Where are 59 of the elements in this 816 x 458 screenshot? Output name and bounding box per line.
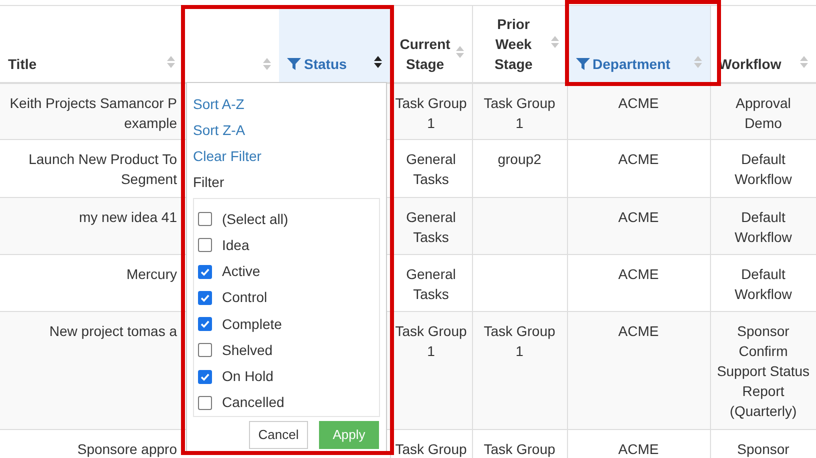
column-title: Prior Week Stage	[493, 14, 534, 74]
option-label[interactable]: Shelved	[222, 340, 273, 361]
checkbox[interactable]	[198, 343, 212, 358]
filter-icon	[287, 56, 301, 70]
cancel-button[interactable]: Cancel	[249, 421, 308, 449]
table-cell: Task Group 1	[395, 94, 467, 130]
table-cell: ACME	[618, 441, 659, 457]
table-cell: General Tasks	[406, 151, 456, 187]
table-cell: group2	[498, 151, 542, 167]
table-cell: my new idea 41	[78, 209, 177, 225]
checkbox[interactable]	[198, 370, 212, 384]
table-cell: ACME	[618, 266, 659, 282]
table-cell: General Tasks	[406, 209, 456, 245]
table-cell: Sponsore appro	[77, 441, 177, 457]
option-label[interactable]: Complete	[222, 314, 282, 335]
table-cell: Default Workflow	[734, 151, 792, 187]
table-cell: Sponsor	[737, 441, 790, 457]
table-cell: ACME	[618, 323, 659, 339]
option-label[interactable]: Control	[222, 287, 268, 308]
column-title: Status	[304, 54, 347, 74]
table-cell: ACME	[618, 151, 659, 167]
menu-link[interactable]: Sort Z-A	[193, 117, 246, 143]
checkbox[interactable]	[198, 396, 212, 410]
column-title: Workflow	[718, 54, 782, 74]
menu-link[interactable]: Clear Filter	[193, 143, 262, 169]
checkbox[interactable]	[198, 290, 212, 305]
sort-icon[interactable]	[374, 56, 382, 68]
column-title: Current Stage	[398, 34, 452, 74]
table-cell: General Tasks	[406, 266, 456, 302]
table-cell: Task Group	[484, 441, 556, 457]
option-label[interactable]: On Hold	[222, 366, 274, 388]
checkbox[interactable]	[198, 317, 212, 332]
table-cell: Launch New Product To Segment	[28, 151, 177, 187]
table-cell: ACME	[618, 209, 659, 225]
filter-label: Filter	[193, 173, 224, 192]
menu-link[interactable]: Sort A-Z	[193, 91, 244, 117]
checkbox[interactable]	[198, 212, 212, 226]
checkbox[interactable]	[198, 238, 212, 252]
option-label[interactable]: Active	[222, 261, 260, 282]
table-cell: Task Group 1	[484, 94, 556, 130]
table-cell: New project tomas a	[49, 323, 177, 339]
table-cell: Keith Projects Samancor P example	[10, 94, 177, 130]
table-cell: Default Workflow	[734, 209, 792, 245]
column-title: Department	[592, 54, 670, 74]
table-cell: Task Group 1	[395, 323, 467, 359]
column-title: Title	[8, 54, 37, 74]
table-cell: Mercury	[126, 266, 177, 282]
table-cell: Task Group 1	[484, 323, 556, 359]
table-cell: Default Workflow	[734, 266, 792, 302]
table-cell: Approval Demo	[736, 94, 791, 130]
table-cell: Sponsor Confirm Support Status Report (Quarterly)	[716, 323, 810, 419]
checkbox[interactable]	[198, 264, 212, 279]
column-header[interactable]: Department	[567, 6, 710, 82]
table-cell: Task Group	[395, 441, 467, 457]
table-cell: ACME	[618, 94, 659, 110]
option-label[interactable]: Cancelled	[222, 392, 284, 414]
option-label[interactable]: Idea	[222, 234, 250, 256]
option-label[interactable]: (Select all)	[222, 208, 288, 230]
filter-icon	[576, 56, 590, 70]
